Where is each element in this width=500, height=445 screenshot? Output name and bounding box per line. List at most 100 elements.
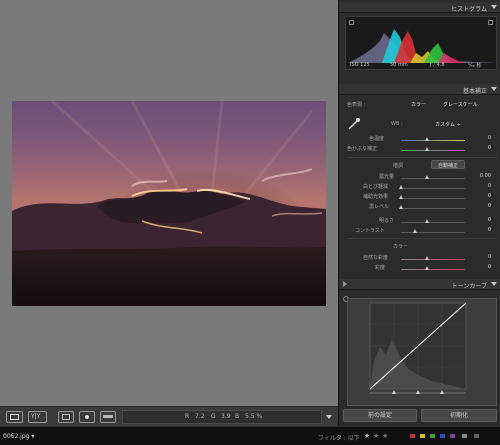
contrast-value: 0 bbox=[487, 227, 491, 233]
highlights-value: 0 bbox=[487, 183, 491, 189]
b-value: 5.5 % bbox=[245, 413, 263, 420]
toolbar-menu-triangle-icon[interactable] bbox=[326, 415, 332, 419]
tone-curve-svg bbox=[369, 302, 467, 394]
brightness-slider[interactable] bbox=[401, 222, 465, 223]
rgb-readout: R 7.2 G 3.9 B 5.5 % bbox=[122, 410, 322, 424]
gray-label-icon[interactable] bbox=[462, 434, 467, 438]
shutter-info: ¹⁄₃₀ 秒 bbox=[468, 63, 482, 69]
histogram-header[interactable]: ヒストグラム bbox=[339, 2, 500, 13]
wb-select[interactable]: カスタム ÷ bbox=[435, 121, 461, 128]
temp-slider-thumb[interactable] bbox=[425, 137, 429, 141]
b-label: B bbox=[235, 413, 240, 420]
filename[interactable]: 0062.jpg ▾ bbox=[3, 433, 34, 440]
blacks-value: 0 bbox=[487, 203, 491, 209]
vibrance-slider-thumb[interactable] bbox=[425, 256, 429, 260]
saturation-slider-thumb[interactable] bbox=[425, 266, 429, 270]
loupe-view bbox=[0, 0, 338, 406]
highlights-slider[interactable] bbox=[401, 188, 465, 189]
tone-curve-header[interactable]: トーンカーブ bbox=[339, 279, 500, 290]
basic-title: 基本補正 bbox=[462, 88, 487, 95]
fill-value: 0 bbox=[487, 193, 491, 199]
contrast-label: コントラスト bbox=[355, 228, 385, 234]
tone-curve-title: トーンカーブ bbox=[451, 283, 487, 290]
wb-label: WB : bbox=[391, 121, 403, 127]
blacks-slider[interactable] bbox=[401, 208, 465, 209]
highlights-slider-thumb[interactable] bbox=[399, 185, 403, 189]
green-label-icon[interactable] bbox=[430, 434, 435, 438]
star-icon[interactable]: ★ bbox=[364, 432, 370, 440]
exposure-label: 露光量 bbox=[379, 174, 395, 180]
blacks-label: 黒レベル bbox=[369, 204, 390, 210]
temp-label: 色温度 bbox=[369, 136, 385, 142]
crop-tool-button[interactable] bbox=[58, 411, 74, 423]
red-label-icon[interactable] bbox=[410, 434, 415, 438]
collapse-triangle-icon bbox=[491, 87, 497, 91]
exposure-slider-thumb[interactable] bbox=[425, 175, 429, 179]
treatment-label: 色表現 : bbox=[347, 102, 366, 108]
contrast-slider[interactable] bbox=[401, 232, 465, 233]
highlights-label: 白とび軽減 bbox=[363, 184, 389, 190]
star-icon[interactable]: ★ bbox=[382, 432, 388, 440]
wb-eyedropper-icon[interactable] bbox=[347, 117, 361, 131]
purple-label-icon[interactable] bbox=[450, 434, 455, 438]
previous-settings-button[interactable]: 前の設定 bbox=[343, 409, 417, 422]
view-toolbar: Y|Y R 7.2 G 3.9 B 5.5 % bbox=[0, 406, 338, 426]
tint-slider-thumb[interactable] bbox=[425, 147, 429, 151]
star-icon[interactable]: ★ bbox=[373, 432, 379, 440]
auto-tone-button[interactable]: 自動補正 bbox=[431, 160, 465, 169]
fill-slider[interactable] bbox=[401, 198, 465, 199]
brightness-label: 明るさ bbox=[379, 218, 395, 224]
tint-value: 0 bbox=[487, 145, 491, 151]
adjustment-brush-button[interactable] bbox=[100, 411, 116, 423]
vibrance-slider[interactable] bbox=[401, 259, 465, 260]
vibrance-label: 自然な彩度 bbox=[363, 255, 389, 261]
basic-header[interactable]: 基本補正 bbox=[339, 84, 500, 95]
develop-panel: ヒストグラム ISO 125 50 mm ƒ / 4.8 ¹⁄₃₀ 秒 基本補正… bbox=[338, 0, 500, 426]
blacks-slider-thumb[interactable] bbox=[399, 205, 403, 209]
spot-removal-button[interactable] bbox=[79, 411, 95, 423]
saturation-label: 彩度 bbox=[375, 265, 386, 271]
panel-switch-icon[interactable] bbox=[343, 281, 347, 287]
treatment-grayscale-option[interactable]: グレースケール bbox=[443, 101, 478, 108]
flag-icon[interactable] bbox=[474, 434, 479, 438]
brightness-slider-thumb[interactable] bbox=[425, 219, 429, 223]
loupe-view-button[interactable] bbox=[6, 411, 23, 423]
tone-label: 階調 bbox=[393, 163, 404, 169]
filter-label: フィルタ : 以下 bbox=[318, 435, 360, 442]
exposure-slider[interactable] bbox=[401, 178, 465, 179]
compare-icon: Y|Y bbox=[31, 413, 41, 420]
reset-button[interactable]: 初期化 bbox=[421, 409, 497, 422]
saturation-slider[interactable] bbox=[401, 269, 465, 270]
divider bbox=[347, 238, 497, 239]
temp-slider[interactable] bbox=[401, 140, 465, 141]
compare-view-button[interactable]: Y|Y bbox=[28, 411, 47, 423]
divider bbox=[347, 157, 497, 158]
histogram-title: ヒストグラム bbox=[451, 6, 487, 13]
treatment-color-option[interactable]: カラー bbox=[411, 101, 426, 108]
histogram-graph bbox=[348, 29, 496, 63]
vibrance-value: 0 bbox=[487, 254, 491, 260]
tint-slider[interactable] bbox=[401, 150, 465, 151]
contrast-slider-thumb[interactable] bbox=[413, 229, 417, 233]
brightness-value: 0 bbox=[487, 217, 491, 223]
collapse-triangle-icon bbox=[491, 5, 497, 9]
presence-label: カラー bbox=[393, 244, 409, 250]
iso-info: ISO 125 bbox=[350, 62, 370, 68]
g-label: G bbox=[211, 413, 216, 420]
focal-info: 50 mm bbox=[390, 62, 408, 68]
g-value: 3.9 bbox=[221, 413, 231, 420]
yellow-label-icon[interactable] bbox=[420, 434, 425, 438]
aperture-info: ƒ / 4.8 bbox=[430, 62, 445, 68]
tint-label: 色かぶり補正 bbox=[347, 146, 378, 152]
exposure-value: 0.00 bbox=[479, 173, 491, 179]
saturation-value: 0 bbox=[487, 264, 491, 270]
tone-curve-graph[interactable] bbox=[347, 298, 497, 406]
filmstrip-bar: 0062.jpg ▾ フィルタ : 以下 ★ ★ ★ bbox=[0, 426, 500, 445]
histogram: ISO 125 50 mm ƒ / 4.8 ¹⁄₃₀ 秒 bbox=[345, 16, 497, 70]
fill-slider-thumb[interactable] bbox=[399, 195, 403, 199]
sunset-photo[interactable] bbox=[12, 101, 326, 306]
collapse-triangle-icon bbox=[491, 282, 497, 286]
temp-value: 0 bbox=[487, 135, 491, 141]
r-value: 7.2 bbox=[195, 413, 205, 420]
blue-label-icon[interactable] bbox=[440, 434, 445, 438]
